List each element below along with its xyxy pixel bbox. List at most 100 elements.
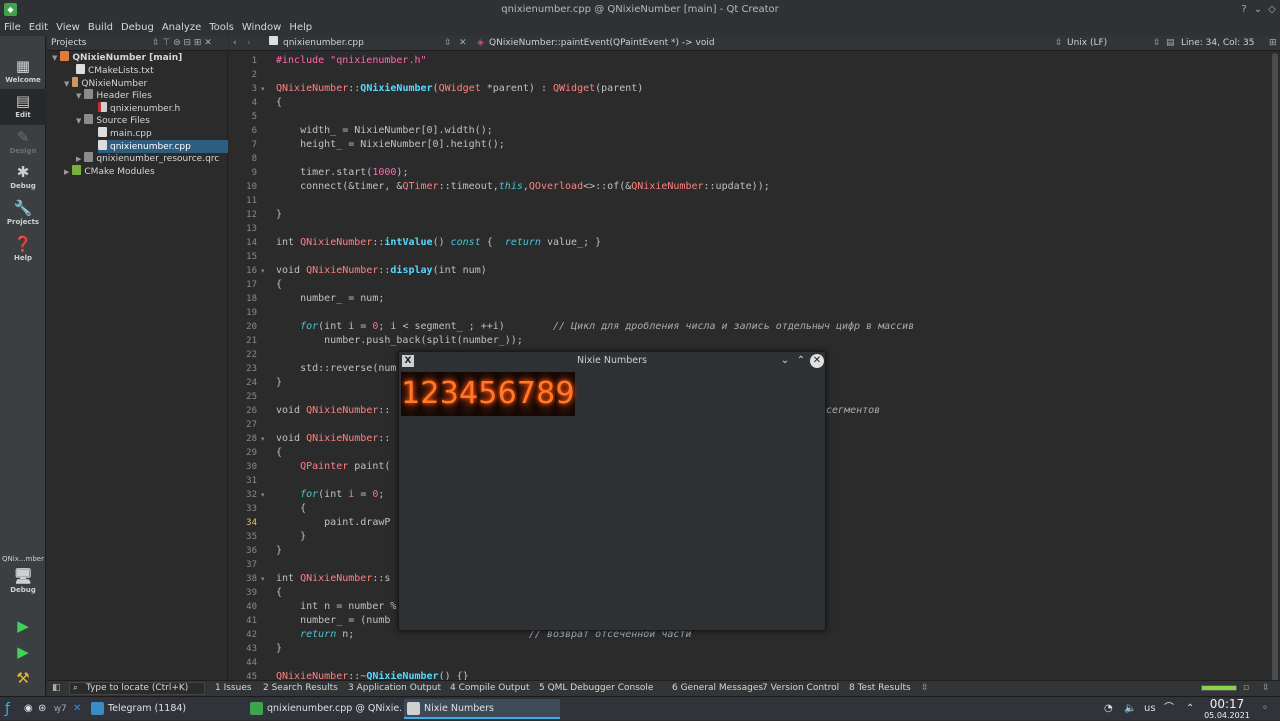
mode-help[interactable]: ❓ Help — [0, 232, 46, 268]
code-line[interactable]: paint.drawP — [276, 516, 390, 530]
tab-search-results[interactable]: 2 Search Results — [263, 681, 338, 696]
mode-projects[interactable]: 🔧 Projects — [0, 196, 46, 232]
steam-icon[interactable]: ⊛ — [38, 697, 46, 721]
minimize-icon[interactable]: ⌄ — [778, 354, 792, 368]
tab-issues[interactable]: 1 Issues — [215, 681, 252, 696]
file-dropdown-icon[interactable]: ⇳ — [444, 36, 452, 51]
code-line[interactable]: std::reverse(num — [276, 362, 396, 376]
code-line[interactable]: connect(&timer, &QTimer::timeout,this,QO… — [276, 180, 770, 194]
symbol-selector[interactable]: QNixieNumber::paintEvent(QPaintEvent *) … — [489, 36, 715, 51]
maximize-window-icon[interactable]: ◇ — [1264, 0, 1280, 19]
code-line[interactable]: number_ = (numb — [276, 614, 390, 628]
code-line[interactable]: int QNixieNumber::s — [276, 572, 390, 586]
task-nixie-numbers[interactable]: Nixie Numbers — [404, 699, 560, 719]
code-line[interactable]: for(int i = 0; — [276, 488, 390, 502]
app-launcher-icon[interactable]: ꝡ7 — [54, 697, 67, 721]
filter-icon[interactable]: ⇳ ⊤ ⊜ ⊟ ⊞ ✕ — [152, 36, 212, 51]
task-telegram[interactable]: Telegram (1184) — [88, 699, 243, 719]
code-line[interactable]: } — [276, 530, 306, 544]
code-line[interactable]: } — [276, 642, 282, 656]
expand-icon[interactable]: ⇳ — [1262, 681, 1270, 696]
tab-application-output[interactable]: 3 Application Output — [348, 681, 441, 696]
split-icon[interactable]: ⊞ — [1269, 36, 1277, 51]
code-line[interactable]: int QNixieNumber::intValue() const { ret… — [276, 236, 601, 250]
tree-item-main-cpp[interactable]: main.cpp — [98, 127, 152, 140]
code-line[interactable]: height_ = NixieNumber[0].height(); — [276, 138, 505, 152]
fold-marker-icon[interactable]: ▾ — [261, 264, 265, 278]
code-line[interactable]: void QNixieNumber:: — [276, 432, 390, 446]
fedora-menu-icon[interactable]: ƒ — [5, 697, 10, 721]
menu-edit[interactable]: Edit — [29, 22, 48, 33]
tab-version-control[interactable]: 7 Version Control — [762, 681, 839, 696]
show-desktop-icon[interactable]: ◦ — [1262, 697, 1268, 721]
file-tab[interactable]: qnixienumber.cpp — [283, 36, 364, 51]
build-button[interactable]: ⚒ — [0, 666, 46, 688]
code-line[interactable]: number_ = num; — [276, 292, 384, 306]
progress-details-icon[interactable]: ▫ — [1243, 681, 1249, 696]
code-line[interactable]: { — [276, 586, 282, 600]
code-line[interactable]: { — [276, 96, 282, 110]
locator-input[interactable]: ⌕ Type to locate (Ctrl+K) — [69, 682, 205, 695]
back-icon[interactable]: ‹ — [233, 36, 237, 51]
menu-view[interactable]: View — [56, 22, 80, 33]
toggle-sidebar-icon[interactable]: ◧ — [52, 681, 61, 696]
tree-item-resource-qrc[interactable]: ▶ qnixienumber_resource.qrc — [76, 152, 219, 165]
menu-window[interactable]: Window — [242, 22, 281, 33]
menu-help[interactable]: Help — [289, 22, 312, 33]
mode-edit[interactable]: ▤ Edit — [0, 89, 46, 125]
keyboard-layout[interactable]: us — [1144, 697, 1156, 721]
scrollbar-thumb[interactable] — [1272, 53, 1278, 693]
forward-icon[interactable]: › — [247, 36, 251, 51]
menu-debug[interactable]: Debug — [121, 22, 154, 33]
code-line[interactable]: } — [276, 376, 282, 390]
code-line[interactable]: QNixieNumber::~QNixieNumber() {} — [276, 670, 469, 680]
menu-build[interactable]: Build — [88, 22, 113, 33]
code-line[interactable]: { — [276, 502, 306, 516]
mode-welcome[interactable]: ▦ Welcome — [0, 54, 46, 90]
tab-compile-output[interactable]: 4 Compile Output — [450, 681, 530, 696]
debug-run-button[interactable]: ▶ — [0, 640, 46, 662]
discord-icon[interactable]: ◉ — [24, 697, 33, 721]
tab-qml-debugger-console[interactable]: 5 QML Debugger Console — [539, 681, 653, 696]
code-line[interactable]: timer.start(1000); — [276, 166, 408, 180]
code-line[interactable]: int n = number % — [276, 600, 396, 614]
vscode-icon[interactable]: ✕ — [73, 697, 81, 721]
code-line[interactable]: QNixieNumber::QNixieNumber(QWidget *pare… — [276, 82, 643, 96]
tree-item-source-files[interactable]: ▼ Source Files — [76, 114, 150, 127]
menu-analyze[interactable]: Analyze — [162, 22, 201, 33]
fold-marker-icon[interactable]: ▾ — [261, 82, 265, 96]
notifications-icon[interactable]: ◔ — [1104, 697, 1113, 721]
tree-item-cmake-modules[interactable]: ▶ CMake Modules — [64, 165, 155, 178]
code-line[interactable]: { — [276, 278, 282, 292]
task-qt-creator[interactable]: qnixienumber.cpp @ QNixie... — [247, 699, 402, 719]
line-ending-dropdown-icon[interactable]: ⇳ — [1153, 36, 1161, 51]
mode-debug[interactable]: ✱ Debug — [0, 160, 46, 196]
code-line[interactable]: number.push_back(split(number_)); — [276, 334, 523, 348]
code-line[interactable]: { — [276, 446, 282, 460]
line-ending-selector[interactable]: Unix (LF) — [1067, 36, 1107, 51]
code-line[interactable]: void QNixieNumber::display(int num) — [276, 264, 487, 278]
cursor-position[interactable]: Line: 34, Col: 35 — [1181, 36, 1254, 51]
maximize-icon[interactable]: ⌃ — [794, 354, 808, 368]
clock[interactable]: 00:17 05.04.2021 — [1202, 698, 1252, 721]
code-line[interactable]: width_ = NixieNumber[0].width(); — [276, 124, 493, 138]
tree-item-cmakelists[interactable]: CMakeLists.txt — [76, 64, 154, 77]
tabs-more-icon[interactable]: ⇳ — [921, 681, 929, 696]
wifi-icon[interactable]: ⌒ — [1164, 697, 1174, 721]
close-icon[interactable]: ✕ — [810, 354, 824, 368]
run-button[interactable]: ▶ — [0, 614, 46, 636]
symbol-dropdown-icon[interactable]: ⇳ — [1055, 36, 1063, 51]
code-line[interactable]: for(int i = 0; i < segment_ ; ++i) // Ци… — [276, 320, 914, 334]
tab-test-results[interactable]: 8 Test Results — [849, 681, 911, 696]
fold-marker-icon[interactable]: ▾ — [261, 488, 265, 502]
menu-file[interactable]: File — [4, 22, 21, 33]
code-line[interactable]: void QNixieNumber:: — [276, 404, 390, 418]
menu-tools[interactable]: Tools — [209, 22, 234, 33]
nixie-window-titlebar[interactable]: X Nixie Numbers ⌄ ⌃ ✕ — [399, 352, 825, 370]
code-line[interactable]: QPainter paint( — [276, 460, 390, 474]
kit-selector[interactable]: QNix...mber 🖥 Debug — [0, 554, 46, 604]
code-line[interactable]: } — [276, 208, 282, 222]
tree-item-header-files[interactable]: ▼ Header Files — [76, 89, 152, 102]
code-line[interactable]: #include "qnixienumber.h" — [276, 54, 427, 68]
editor-scrollbar[interactable] — [1270, 51, 1280, 693]
